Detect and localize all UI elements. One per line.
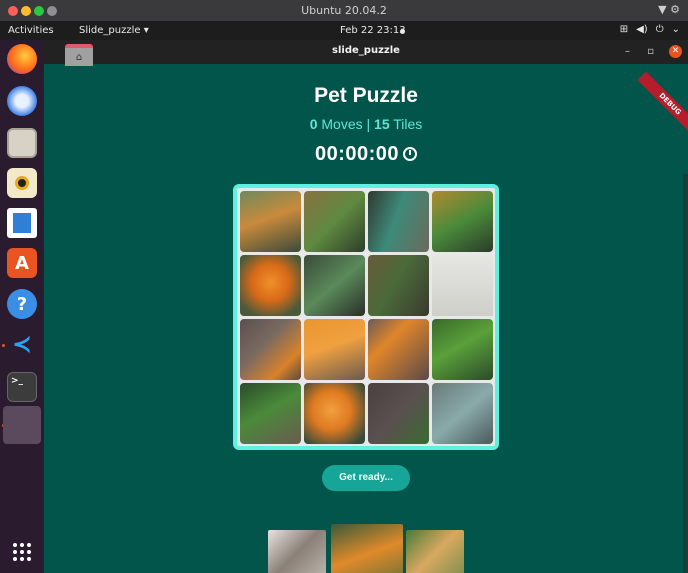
app-menu[interactable]: Slide_puzzle ▾	[79, 25, 149, 36]
timer: 00:00:00	[44, 143, 688, 166]
power-icon[interactable]: ⏻	[656, 24, 664, 35]
writer-icon[interactable]	[7, 208, 37, 238]
puzzle-tile[interactable]	[240, 383, 301, 444]
app-window: ⌂ slide_puzzle – ▫ ✕ DEBUG Pet Puzzle 0 …	[44, 40, 688, 573]
moves-count: 0	[309, 116, 318, 132]
volume-icon[interactable]: ◀)	[636, 24, 648, 35]
clock[interactable]: Feb 22 23:13	[340, 25, 406, 36]
minimize-button[interactable]: –	[625, 46, 630, 57]
scrollbar[interactable]	[683, 174, 688, 573]
tiles-count: 15	[374, 116, 390, 132]
page-title: Pet Puzzle	[314, 84, 418, 107]
puzzle-tile[interactable]	[240, 255, 301, 316]
help-icon[interactable]: ?	[7, 289, 37, 319]
app-titlebar: ⌂ slide_puzzle – ▫ ✕	[44, 40, 688, 66]
thumbnail-kittens[interactable]	[268, 530, 326, 573]
network-icon[interactable]: ⊞	[620, 24, 628, 35]
empty-slot	[432, 255, 493, 316]
files-icon[interactable]	[7, 128, 37, 158]
app-placeholder-icon[interactable]	[3, 406, 41, 444]
puzzle-tile[interactable]	[432, 383, 493, 444]
puzzle-tile[interactable]	[432, 191, 493, 252]
system-tray[interactable]: ⊞ ◀) ⏻ ⌄	[620, 24, 680, 35]
dropdown-icon[interactable]: ▼	[658, 3, 666, 16]
dock: A ? ≺ >_	[0, 40, 44, 573]
close-button[interactable]: ✕	[669, 45, 682, 58]
tiles-label: Tiles	[393, 116, 423, 132]
gear-icon[interactable]: ⚙	[670, 3, 680, 16]
puzzle-tile[interactable]	[432, 319, 493, 380]
rhythmbox-icon[interactable]	[7, 168, 37, 198]
chevron-down-icon[interactable]: ⌄	[672, 24, 680, 35]
timer-value: 00:00:00	[314, 143, 400, 165]
puzzle-board	[233, 184, 499, 450]
notification-dot	[400, 29, 405, 34]
puzzle-tile[interactable]	[368, 319, 429, 380]
firefox-icon[interactable]	[7, 44, 37, 74]
show-apps-icon[interactable]	[7, 537, 37, 567]
maximize-button[interactable]: ▫	[647, 46, 654, 57]
puzzle-tile[interactable]	[240, 191, 301, 252]
terminal-icon[interactable]: >_	[7, 372, 37, 402]
thumbnail-puppies[interactable]	[406, 530, 464, 573]
running-indicator	[2, 344, 5, 347]
moves-label: Moves	[321, 116, 363, 132]
vscode-icon[interactable]: ≺	[7, 329, 37, 359]
thunderbird-icon[interactable]	[7, 86, 37, 116]
host-controls[interactable]: ▼ ⚙	[658, 3, 680, 16]
ubuntu-top-bar: Activities Slide_puzzle ▾ Feb 22 23:13 ⊞…	[0, 22, 688, 40]
puzzle-tile[interactable]	[240, 319, 301, 380]
get-ready-button[interactable]: Get ready...	[322, 465, 410, 491]
puzzle-tile[interactable]	[368, 255, 429, 316]
puzzle-tile[interactable]	[368, 191, 429, 252]
thumbnail-goldfish[interactable]	[331, 524, 403, 573]
software-icon[interactable]: A	[7, 248, 37, 278]
puzzle-tile[interactable]	[304, 383, 365, 444]
counter-separator: |	[366, 116, 371, 132]
host-window-title: Ubuntu 20.04.2	[301, 4, 387, 17]
puzzle-tile[interactable]	[304, 319, 365, 380]
app-window-title: slide_puzzle	[332, 45, 400, 56]
puzzle-tile[interactable]	[304, 255, 365, 316]
app-content: DEBUG Pet Puzzle 0 Moves | 15 Tiles 00:0…	[44, 64, 688, 573]
puzzle-tile[interactable]	[368, 383, 429, 444]
stopwatch-icon	[403, 147, 418, 161]
puzzle-tile[interactable]	[304, 191, 365, 252]
host-titlebar: Ubuntu 20.04.2 ▼ ⚙	[0, 0, 688, 22]
activities-button[interactable]: Activities	[8, 25, 54, 36]
move-counter: 0 Moves | 15 Tiles	[44, 116, 688, 132]
